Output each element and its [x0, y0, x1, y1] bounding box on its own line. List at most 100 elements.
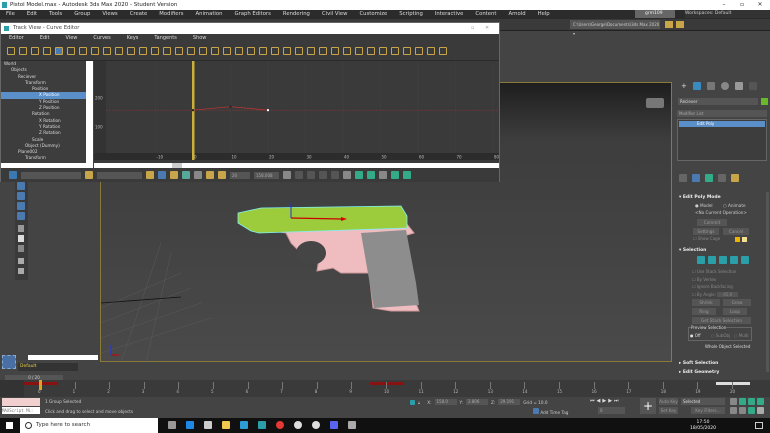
- chrome-icon[interactable]: [276, 421, 284, 429]
- current-frame-field[interactable]: 0: [598, 407, 625, 414]
- angle-field[interactable]: 45.0: [717, 291, 739, 297]
- draw-curves-icon[interactable]: [103, 47, 111, 55]
- user-account[interactable]: grm109: [635, 10, 675, 18]
- object-color-swatch[interactable]: [761, 98, 768, 105]
- workspace-selector[interactable]: Workspaces: Default: [685, 10, 770, 18]
- ce-menu-keys[interactable]: Keys: [119, 34, 147, 42]
- multi-radio[interactable]: ○ Multi: [734, 333, 749, 338]
- hand-icon[interactable]: [343, 171, 351, 179]
- properties-icon[interactable]: [18, 245, 24, 252]
- curve-key[interactable]: [192, 109, 194, 112]
- filter-animated-icon[interactable]: [170, 171, 178, 179]
- lock-tangents-icon[interactable]: [319, 47, 327, 55]
- frame-value-icon[interactable]: [319, 171, 327, 179]
- object-name-field[interactable]: Reciever: [678, 98, 758, 105]
- zoom-tool-icon[interactable]: [379, 171, 387, 179]
- menu-civil-view[interactable]: Civil View: [316, 10, 354, 19]
- project-path[interactable]: C:\Users\George\Documents\3ds Max 2020 ▾: [570, 20, 660, 36]
- ce-menu-view[interactable]: View: [58, 34, 86, 42]
- key-filters-button[interactable]: Key Filters...: [691, 407, 725, 414]
- frame-extents-icon[interactable]: [355, 171, 363, 179]
- windows-start-icon[interactable]: [6, 422, 13, 429]
- soft-selection-rollout[interactable]: ▸ Soft Selection: [679, 361, 718, 366]
- track-tree-item[interactable]: Transform: [1, 155, 86, 161]
- insert-keys-icon[interactable]: [163, 47, 171, 55]
- cycle-icon[interactable]: [427, 47, 435, 55]
- off-radio[interactable]: ● Off: [690, 333, 701, 338]
- show-cage-checkbox[interactable]: ☐ Show Cage: [693, 236, 720, 241]
- unify-icon[interactable]: [343, 47, 351, 55]
- slide-keys-icon[interactable]: [43, 47, 51, 55]
- ignore-backfacing-checkbox[interactable]: ☐ Ignore Backfacing: [692, 283, 738, 291]
- menu-modifiers[interactable]: Modifiers: [153, 10, 189, 19]
- curve-icon[interactable]: [403, 171, 411, 179]
- out-tangent-icon[interactable]: [307, 47, 315, 55]
- select-tool-icon[interactable]: [17, 182, 25, 190]
- scale-keys-icon[interactable]: [55, 47, 63, 55]
- lock-icon[interactable]: [19, 47, 27, 55]
- modify-tab-icon[interactable]: [692, 82, 701, 90]
- vertex-mode-icon[interactable]: [697, 256, 705, 264]
- smooth-icon[interactable]: [283, 47, 291, 55]
- make-unique-icon[interactable]: [705, 174, 713, 182]
- layer-thumbnail[interactable]: [2, 355, 16, 369]
- ce-close-button[interactable]: ✕: [485, 23, 497, 34]
- pan-icon[interactable]: [295, 171, 303, 179]
- display-tab-icon[interactable]: [734, 82, 743, 90]
- timeline-key[interactable]: [370, 382, 404, 385]
- viewcube[interactable]: [646, 98, 664, 108]
- unreal-icon[interactable]: [294, 421, 302, 429]
- reduce-keys-icon[interactable]: [115, 47, 123, 55]
- lock-icon[interactable]: 🔒︎: [418, 400, 420, 405]
- constant-icon[interactable]: [403, 47, 411, 55]
- shield-icon[interactable]: [348, 421, 356, 429]
- close-button[interactable]: ✕: [751, 0, 769, 10]
- menu-arnold[interactable]: Arnold: [502, 10, 531, 19]
- modifier-list-dropdown[interactable]: Modifier List: [677, 110, 767, 117]
- zoom-extents-all-icon[interactable]: [757, 398, 764, 405]
- page-icon[interactable]: [18, 235, 24, 242]
- zoom-icon[interactable]: [9, 171, 17, 179]
- menu-edit[interactable]: Edit: [21, 10, 43, 19]
- time-slider-thumb[interactable]: [39, 380, 42, 390]
- commit-button[interactable]: Commit: [697, 219, 727, 226]
- multiplier-curve-icon[interactable]: [151, 47, 159, 55]
- file-explorer-icon[interactable]: [222, 421, 230, 429]
- ease-curve-icon[interactable]: [139, 47, 147, 55]
- menu-help[interactable]: Help: [532, 10, 556, 19]
- value-ruler[interactable]: [94, 61, 106, 153]
- display-icon[interactable]: [17, 192, 25, 200]
- edge-mode-icon[interactable]: [708, 256, 716, 264]
- filter-selected-icon[interactable]: [158, 171, 166, 179]
- zoom-region-icon[interactable]: [391, 171, 399, 179]
- layer-dropdown[interactable]: Default: [18, 363, 78, 371]
- relative-icon[interactable]: [391, 47, 399, 55]
- stack-icon[interactable]: [182, 171, 190, 179]
- pin-stack-icon[interactable]: [679, 174, 687, 182]
- discord-icon[interactable]: [330, 421, 338, 429]
- track-tree[interactable]: World Objects Reciever Transform Position X P…: [1, 61, 86, 163]
- hierarchy-tab-icon[interactable]: [706, 82, 715, 90]
- folder-icon[interactable]: [665, 21, 673, 28]
- ce-menu-edit[interactable]: Edit: [32, 34, 58, 42]
- frame-horizontal-icon[interactable]: [307, 171, 315, 179]
- search-box[interactable]: Type here to search: [20, 418, 158, 433]
- layer-icon[interactable]: [18, 225, 24, 232]
- move-keys-icon[interactable]: [31, 47, 39, 55]
- funnel-icon[interactable]: [18, 268, 24, 274]
- by-angle-checkbox[interactable]: ☐ By Angle: 45.0: [692, 291, 739, 299]
- motion-tab-icon[interactable]: [720, 82, 729, 90]
- settings-button[interactable]: Settings: [693, 228, 719, 235]
- snap-icon[interactable]: [187, 47, 195, 55]
- menu-file[interactable]: File: [0, 10, 21, 19]
- minimize-button[interactable]: –: [715, 0, 733, 10]
- mail-icon[interactable]: [240, 421, 248, 429]
- time-ruler[interactable]: [94, 153, 499, 160]
- shrink-button[interactable]: Shrink: [692, 299, 720, 306]
- normalize-icon[interactable]: [283, 171, 291, 179]
- command-panel-scrollbar[interactable]: [766, 192, 769, 372]
- task-view-icon[interactable]: [168, 421, 176, 429]
- break-icon[interactable]: [331, 47, 339, 55]
- 3dsmax-icon[interactable]: [258, 421, 266, 429]
- unreal-icon[interactable]: [312, 421, 320, 429]
